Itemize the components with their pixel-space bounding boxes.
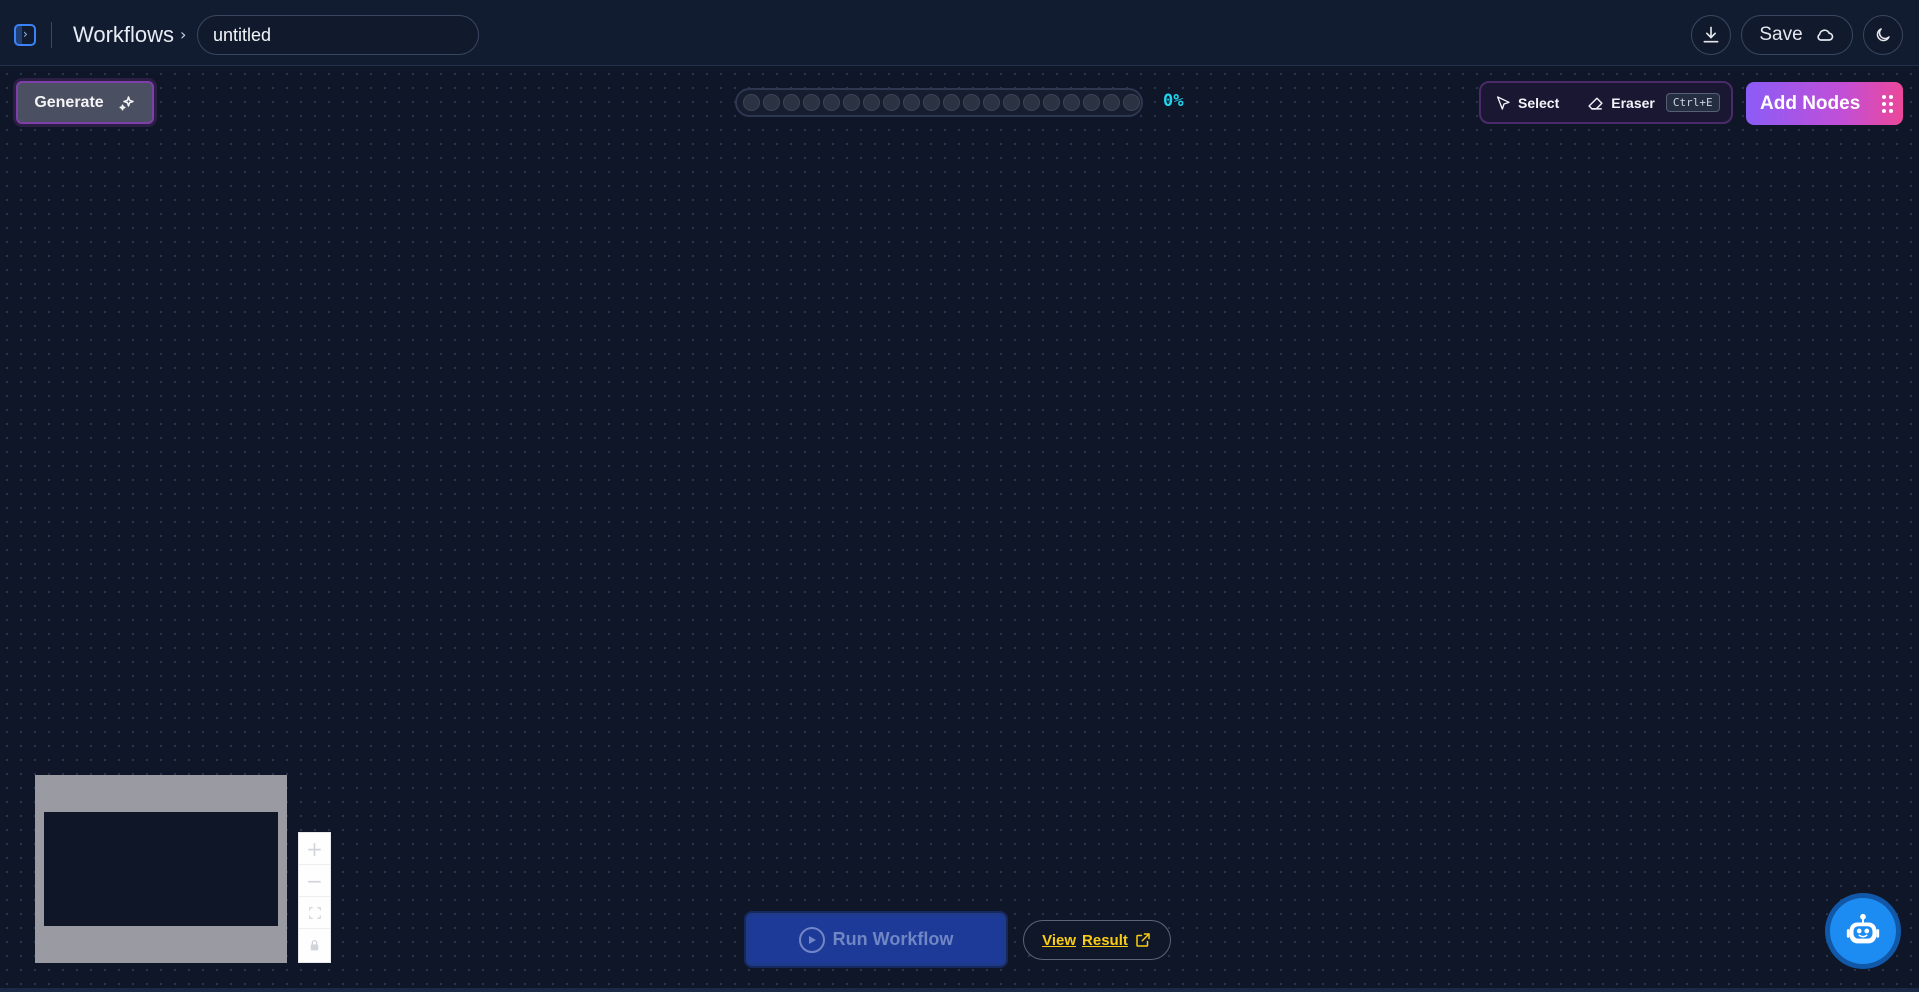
progress-dot [803,94,820,111]
progress-dot [943,94,960,111]
sidebar-toggle-icon[interactable]: › [14,24,36,46]
fit-view-button[interactable] [299,897,330,929]
minimap[interactable] [35,775,287,963]
progress-dot [743,94,760,111]
progress-dot [903,94,920,111]
result-label: Result [1082,931,1128,949]
progress-dot [1123,94,1140,111]
bottom-edge [0,988,1919,992]
save-button[interactable]: Save [1741,15,1853,55]
grip-icon [1882,94,1894,113]
progress-dot [883,94,900,111]
sparkles-icon [119,95,134,110]
progress-dot [783,94,800,111]
progress-percent: 0% [1163,91,1184,111]
workflow-title-input[interactable] [197,15,479,55]
progress-dot [983,94,1000,111]
download-button[interactable] [1691,15,1731,55]
progress-dot [1023,94,1040,111]
select-label: Select [1518,94,1560,111]
eraser-shortcut-badge: Ctrl+E [1665,93,1720,112]
tool-selector: Select Eraser Ctrl+E [1479,81,1733,124]
top-bar: › Workflows › Save [0,0,1919,66]
eraser-tool-button[interactable]: Eraser Ctrl+E [1587,93,1720,112]
zoom-out-button[interactable]: − [299,865,330,897]
progress-dot [823,94,840,111]
play-icon [798,926,825,953]
progress-dot [863,94,880,111]
progress-dot [843,94,860,111]
progress-dot [763,94,780,111]
select-tool-button[interactable]: Select [1495,95,1559,111]
header-divider [51,22,52,48]
zoom-in-button[interactable]: + [299,833,330,865]
moon-icon [1876,28,1890,42]
minus-icon: − [306,868,323,893]
progress-track [735,88,1143,117]
chevron-right-icon: › [180,25,187,44]
zoom-controls: + − [298,832,331,963]
lock-button[interactable] [299,929,330,961]
breadcrumb-workflows[interactable]: Workflows [73,22,174,48]
progress-dot [1083,94,1100,111]
add-nodes-label: Add Nodes [1760,92,1861,114]
view-result-button[interactable]: View Result [1023,920,1171,960]
run-workflow-button[interactable]: Run Workflow [746,913,1006,966]
minimap-viewport[interactable] [44,812,278,926]
cloud-icon [1817,29,1833,41]
download-icon [1703,26,1719,43]
fit-view-icon [308,906,321,919]
progress-dot [1103,94,1120,111]
workflow-canvas[interactable] [0,67,1919,988]
progress-dot [1063,94,1080,111]
cursor-icon [1497,95,1510,110]
view-label: View [1042,931,1077,949]
generate-button[interactable]: Generate [16,81,154,124]
progress-dot [1003,94,1020,111]
save-label: Save [1759,24,1803,45]
add-nodes-button[interactable]: Add Nodes [1746,82,1903,125]
theme-toggle-button[interactable] [1863,15,1903,55]
workflow-editor: › Workflows › Save Generate [0,0,1919,992]
progress-dot [1043,94,1060,111]
external-link-icon [1136,933,1150,947]
progress-dot [923,94,940,111]
generate-label: Generate [34,93,104,111]
assistant-chat-button[interactable] [1830,898,1896,964]
eraser-label: Eraser [1611,94,1655,111]
progress-dot [963,94,980,111]
eraser-icon [1588,97,1603,110]
plus-icon: + [306,836,323,861]
run-workflow-label: Run Workflow [832,929,954,949]
robot-icon [1846,913,1880,944]
lock-icon [310,939,319,950]
